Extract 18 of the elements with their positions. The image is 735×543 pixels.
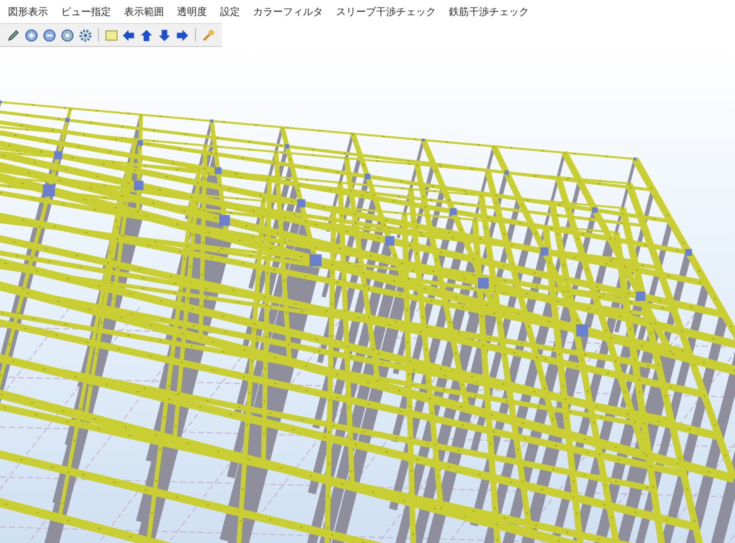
menu-item[interactable]: ビュー指定	[61, 5, 111, 19]
arrow-left-icon[interactable]	[121, 28, 136, 42]
zoom-out-icon[interactable]	[42, 28, 57, 42]
arrow-down-icon[interactable]	[157, 28, 172, 42]
menu-item[interactable]: 鉄筋干渉チェック	[449, 5, 529, 19]
tool-icon[interactable]	[201, 28, 216, 42]
arrow-up-icon[interactable]	[139, 28, 154, 42]
pencil-icon[interactable]	[6, 28, 21, 42]
circle-icon[interactable]	[60, 28, 75, 42]
menu-item[interactable]: スリーブ干渉チェック	[336, 5, 436, 19]
settings-icon[interactable]	[78, 28, 93, 42]
menu-item[interactable]: 表示範囲	[124, 5, 164, 19]
menu-item[interactable]: 設定	[220, 5, 240, 19]
menu-item[interactable]: 透明度	[177, 5, 207, 19]
zoom-in-icon[interactable]	[24, 28, 39, 42]
arrow-right-icon[interactable]	[175, 28, 190, 42]
menu-item[interactable]: 図形表示	[8, 5, 48, 19]
menu-item[interactable]: カラーフィルタ	[253, 5, 323, 19]
